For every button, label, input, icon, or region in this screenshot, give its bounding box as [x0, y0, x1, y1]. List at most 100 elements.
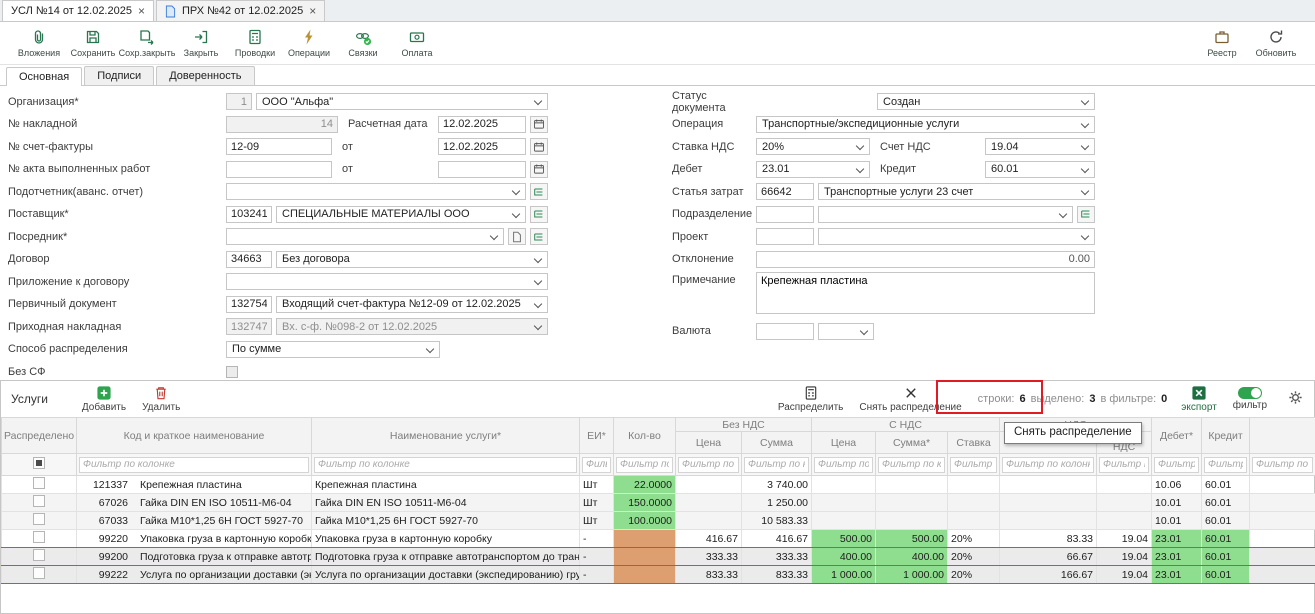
waybill-number-field[interactable] — [226, 116, 338, 133]
row-checkbox[interactable] — [33, 567, 45, 579]
close-button[interactable]: Закрыть — [174, 28, 228, 58]
note-textarea[interactable]: Крепежная пластина — [756, 272, 1095, 314]
division-code-field[interactable] — [756, 206, 814, 223]
contract-select[interactable]: Без договора — [276, 251, 548, 268]
operations-button[interactable]: Операции — [282, 28, 336, 58]
close-icon[interactable] — [309, 5, 316, 17]
row-checkbox[interactable] — [33, 513, 45, 525]
tab-signatures[interactable]: Подписи — [84, 66, 154, 85]
table-row-selected[interactable]: 99222Услуга по организации доставки (экс… — [2, 566, 1315, 584]
mediator-select[interactable] — [226, 228, 504, 245]
no-sf-checkbox[interactable] — [226, 366, 238, 378]
refresh-button[interactable]: Обновить — [1249, 28, 1303, 58]
calendar-icon[interactable] — [530, 116, 548, 133]
filter-input-sum-novat[interactable] — [744, 457, 809, 473]
filter-input-service[interactable] — [314, 457, 577, 473]
tab-poa[interactable]: Доверенность — [156, 66, 254, 85]
advance-holder-select[interactable] — [226, 183, 526, 200]
tab-main[interactable]: Основная — [6, 67, 82, 86]
filter-input-ei[interactable] — [582, 457, 611, 473]
save-button[interactable]: Сохранить — [66, 28, 120, 58]
calendar-icon[interactable] — [530, 161, 548, 178]
filter-input-credit[interactable] — [1204, 457, 1247, 473]
row-checkbox[interactable] — [33, 549, 45, 561]
add-row-button[interactable]: Добавить — [82, 385, 126, 413]
filter-input-vat-sum[interactable] — [1002, 457, 1094, 473]
attachments-button[interactable]: Вложения — [12, 28, 66, 58]
table-row-selected[interactable]: 99220Упаковка груза в картонную коробку … — [2, 530, 1315, 548]
calc-date-field[interactable] — [438, 116, 526, 133]
delete-row-button[interactable]: Удалить — [142, 385, 180, 413]
contract-code-field[interactable] — [226, 251, 272, 268]
payment-button[interactable]: Оплата — [390, 28, 444, 58]
credit-label: Кредит — [880, 163, 916, 175]
invoice-number-field[interactable] — [226, 138, 332, 155]
hierarchy-icon[interactable] — [530, 206, 548, 223]
vat-rate-select[interactable]: 20% — [756, 138, 870, 155]
table-row-selected[interactable]: 99200Подготовка груза к отправке автотра… — [2, 548, 1315, 566]
export-excel-button[interactable]: экспорт — [1181, 385, 1217, 413]
table-row[interactable]: 121337Крепежная пластина Крепежная пласт… — [2, 476, 1315, 494]
filter-input-price-vat[interactable] — [814, 457, 873, 473]
table-row[interactable]: 67033Гайка М10*1,25 6Н ГОСТ 5927-70 Гайк… — [2, 512, 1315, 530]
table-row[interactable]: 67026Гайка DIN EN ISO 10511-М6-04 Гайка … — [2, 494, 1315, 512]
save-close-button[interactable]: Сохр.закрыть — [120, 28, 174, 58]
cost-item-select[interactable]: Транспортные услуги 23 счет — [818, 183, 1095, 200]
filter-input-rate[interactable] — [950, 457, 997, 473]
supplier-code-field[interactable] — [226, 206, 272, 223]
status-select[interactable]: Создан — [877, 93, 1095, 110]
distribute-button[interactable]: Распределить — [778, 385, 844, 413]
hierarchy-icon[interactable] — [530, 183, 548, 200]
document-tab-prh[interactable]: ПРХ №42 от 12.02.2025 — [156, 0, 325, 21]
filter-input-debit[interactable] — [1154, 457, 1199, 473]
debit-select[interactable]: 23.01 — [756, 161, 870, 178]
cost-item-code-field[interactable] — [756, 183, 814, 200]
postings-button[interactable]: Проводки — [228, 28, 282, 58]
distribution-method-select[interactable]: По сумме — [226, 341, 440, 358]
organization-select[interactable]: ООО "Альфа" — [256, 93, 548, 110]
incoming-waybill-code-field[interactable] — [226, 318, 272, 335]
filter-input-qty[interactable] — [616, 457, 673, 473]
row-checkbox[interactable] — [33, 495, 45, 507]
x-icon — [903, 385, 919, 401]
grid-settings-button[interactable] — [1287, 389, 1304, 409]
filter-input-sum-vat[interactable] — [878, 457, 945, 473]
close-icon[interactable] — [138, 5, 145, 17]
act-date-field[interactable] — [438, 161, 526, 178]
primary-doc-select[interactable]: Входящий счет-фактура №12-09 от 12.02.20… — [276, 296, 548, 313]
vat-account-select[interactable]: 19.04 — [985, 138, 1095, 155]
excel-icon — [1191, 385, 1207, 401]
filter-input-vat-account[interactable] — [1099, 457, 1149, 473]
row-checkbox[interactable] — [33, 477, 45, 489]
links-button[interactable]: Связки — [336, 28, 390, 58]
organization-code-field[interactable] — [226, 93, 252, 110]
division-select[interactable] — [818, 206, 1073, 223]
filter-toggle-button[interactable]: фильтр — [1233, 387, 1267, 411]
filter-input-price-novat[interactable] — [678, 457, 739, 473]
supplier-select[interactable]: СПЕЦИАЛЬНЫЕ МАТЕРИАЛЫ ООО — [276, 206, 526, 223]
filter-input-code[interactable] — [79, 457, 309, 473]
project-select[interactable] — [818, 228, 1095, 245]
hierarchy-icon[interactable] — [1077, 206, 1095, 223]
filter-input-extra[interactable] — [1252, 457, 1313, 473]
operation-select[interactable]: Транспортные/экспедиционные услуги — [756, 116, 1095, 133]
primary-doc-code-field[interactable] — [226, 296, 272, 313]
deviation-field[interactable] — [756, 251, 1095, 268]
document-icon[interactable] — [508, 228, 526, 245]
currency-select[interactable] — [818, 323, 874, 340]
incoming-waybill-select[interactable]: Вх. с-ф. №098-2 от 12.02.2025 — [276, 318, 548, 335]
annex-select[interactable] — [226, 273, 548, 290]
currency-code-field[interactable] — [756, 323, 814, 340]
document-tab-usl[interactable]: УСЛ №14 от 12.02.2025 — [2, 0, 154, 21]
chevron-down-icon — [1059, 209, 1067, 217]
project-code-field[interactable] — [756, 228, 814, 245]
act-number-field[interactable] — [226, 161, 332, 178]
row-checkbox[interactable] — [33, 531, 45, 543]
select-all-checkbox[interactable] — [33, 457, 45, 469]
registry-button[interactable]: Реестр — [1195, 28, 1249, 58]
calendar-icon[interactable] — [530, 138, 548, 155]
credit-select[interactable]: 60.01 — [985, 161, 1095, 178]
hierarchy-icon[interactable] — [530, 228, 548, 245]
undistribute-button[interactable]: Снять распределение — [859, 385, 961, 413]
invoice-date-field[interactable] — [438, 138, 526, 155]
